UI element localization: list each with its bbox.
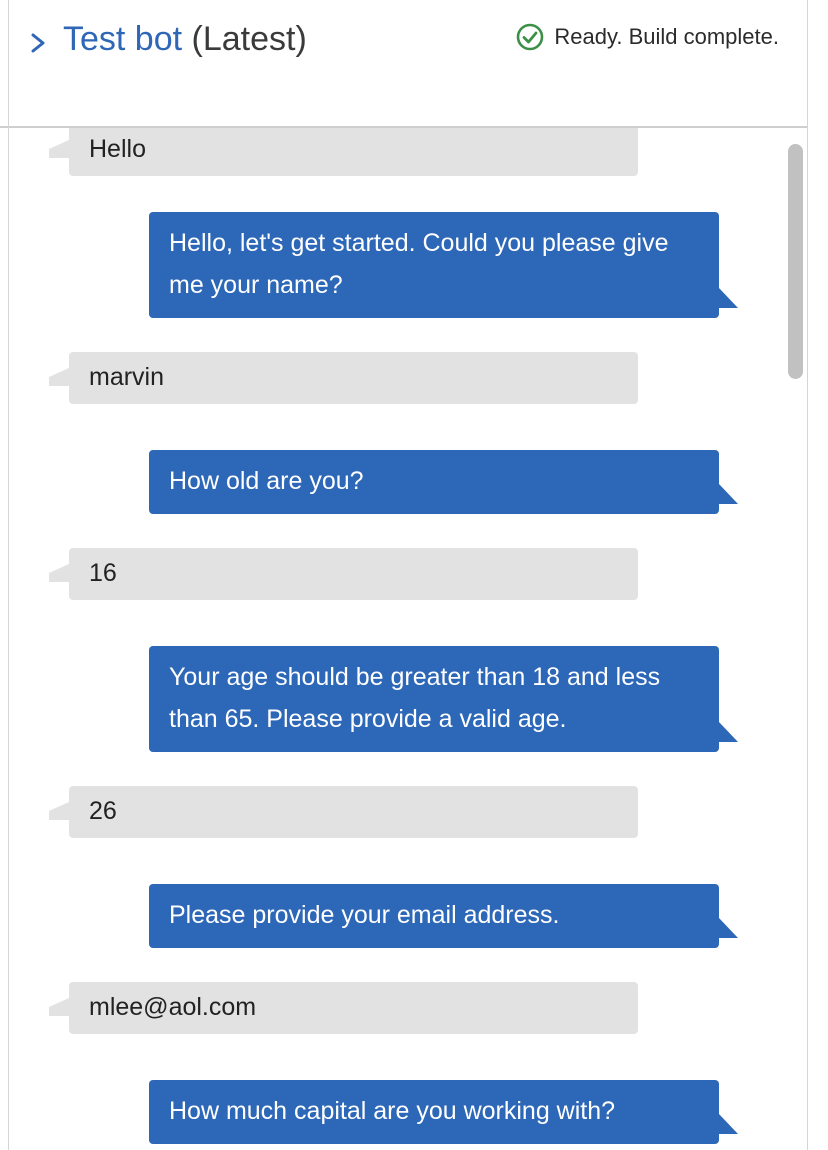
chat-scrollbar[interactable]	[785, 128, 807, 1150]
build-status: Ready. Build complete.	[516, 22, 779, 52]
user-message: marvin	[49, 352, 638, 404]
bot-message: How old are you?	[149, 450, 738, 514]
user-message: mlee@aol.com	[49, 982, 638, 1034]
check-circle-icon	[517, 23, 544, 51]
user-message: Hello	[49, 128, 638, 176]
bot-message: How much capital are you working with?	[149, 1080, 738, 1144]
user-message: 16	[49, 548, 638, 600]
bot-message: Hello, let's get started. Could you plea…	[149, 212, 738, 318]
test-bot-panel: Test bot (Latest) Ready. Build complete.…	[8, 0, 808, 1150]
chat-transcript: Hello Hello, let's get started. Could yo…	[9, 128, 807, 1150]
build-status-text: Ready. Build complete.	[554, 24, 779, 49]
panel-title: Test bot (Latest)	[63, 17, 307, 61]
bot-name-link[interactable]: Test bot	[63, 20, 182, 58]
header-divider-left	[0, 126, 8, 128]
bot-message: Please provide your email address.	[149, 884, 738, 948]
test-bot-header: Test bot (Latest) Ready. Build complete.	[9, 0, 807, 128]
scroll-thumb[interactable]	[788, 144, 803, 379]
bot-version: (Latest)	[191, 20, 307, 58]
chevron-right-icon[interactable]	[23, 28, 53, 58]
user-message: 26	[49, 786, 638, 838]
bot-message: Your age should be greater than 18 and l…	[149, 646, 738, 752]
